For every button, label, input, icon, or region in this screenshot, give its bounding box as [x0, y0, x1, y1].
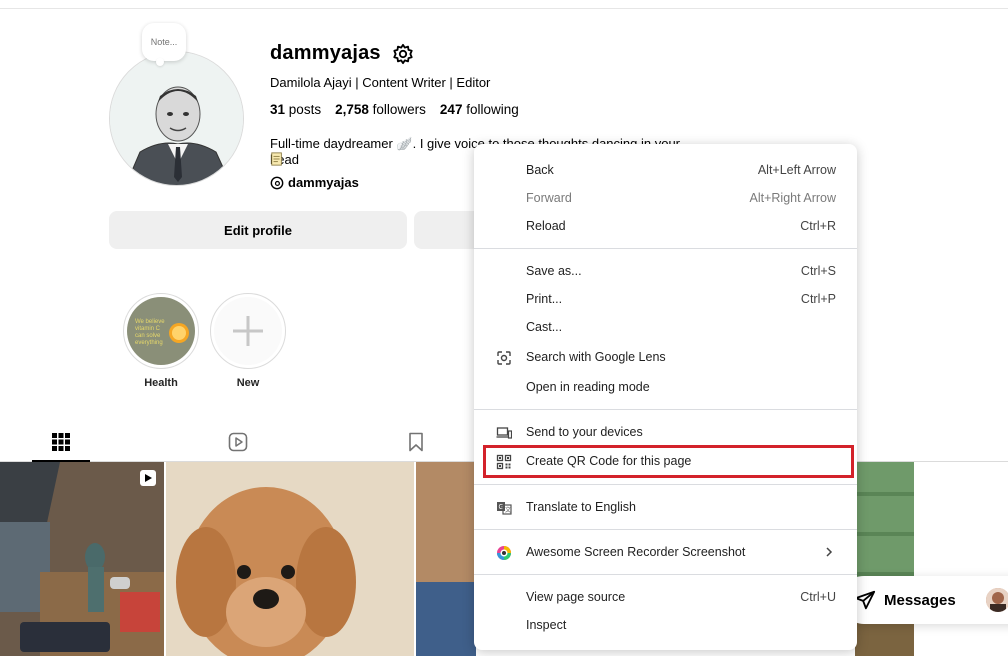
- menu-item-save-as[interactable]: Save as... Ctrl+S: [474, 258, 857, 284]
- edit-profile-button[interactable]: Edit profile: [109, 211, 407, 249]
- menu-item-label: Open in reading mode: [526, 380, 650, 394]
- menu-item-print[interactable]: Print... Ctrl+P: [474, 286, 857, 312]
- menu-item-label: Print...: [526, 292, 563, 306]
- menu-item-cast[interactable]: Cast...: [474, 314, 857, 340]
- highlight-label: Health: [144, 377, 178, 389]
- menu-item-label: Back: [526, 163, 554, 177]
- saved-bookmark-icon[interactable]: [406, 432, 426, 452]
- menu-item-send-to-devices[interactable]: Send to your devices: [474, 419, 857, 445]
- menu-item-back[interactable]: Back Alt+Left Arrow: [474, 157, 857, 183]
- profile-username: dammyajas: [270, 42, 381, 64]
- menu-item-shortcut: Ctrl+R: [800, 219, 836, 233]
- messages-label: Messages: [884, 591, 956, 609]
- svg-text:We believe: We believe: [135, 319, 165, 325]
- menu-item-create-qr-code[interactable]: Create QR Code for this page: [474, 448, 857, 474]
- profile-avatar[interactable]: [109, 51, 244, 186]
- grid-posts-icon[interactable]: [51, 432, 71, 452]
- note-bubble[interactable]: Note...: [142, 23, 186, 66]
- posts-stat: 31 posts: [270, 102, 321, 117]
- highlight-ring: [210, 293, 286, 369]
- svg-text:vitamin C: vitamin C: [135, 326, 161, 332]
- following-stat[interactable]: 247 following: [440, 102, 519, 117]
- menu-item-label: Create QR Code for this page: [526, 454, 692, 468]
- threads-handle: dammyajas: [288, 175, 359, 190]
- menu-separator: [474, 248, 857, 249]
- note-text: Note...: [150, 37, 178, 47]
- post-thumbnail-4[interactable]: [855, 462, 914, 656]
- chevron-right-icon: [826, 547, 833, 557]
- followers-label: followers: [372, 102, 426, 117]
- post-thumbnail-3[interactable]: [416, 462, 476, 656]
- menu-item-reading-mode[interactable]: Open in reading mode: [474, 374, 857, 400]
- menu-item-label: Save as...: [526, 264, 582, 278]
- menu-item-shortcut: Ctrl+S: [800, 264, 836, 278]
- highlight-new[interactable]: New: [210, 293, 286, 389]
- settings-gear-icon[interactable]: [392, 43, 414, 65]
- profile-fullname: Damilola Ajayi | Content Writer | Editor: [270, 75, 491, 90]
- svg-text:everything: everything: [135, 340, 163, 346]
- menu-item-shortcut: Alt+Right Arrow: [749, 191, 837, 205]
- post-thumbnail-2[interactable]: [166, 462, 414, 656]
- highlight-ring: We believe vitamin C can solve everythin…: [123, 293, 199, 369]
- extension-icon: [497, 546, 511, 560]
- svg-text:文: 文: [505, 506, 511, 514]
- menu-item-label: Forward: [526, 191, 572, 205]
- menu-item-label: Awesome Screen Recorder Screenshot: [526, 545, 746, 559]
- highlight-new-cover: [214, 297, 282, 365]
- messages-button[interactable]: Messages: [840, 576, 1008, 624]
- menu-item-inspect[interactable]: Inspect: [474, 612, 857, 638]
- menu-item-label: Cast...: [526, 320, 563, 334]
- followers-count: 2,758: [335, 102, 369, 117]
- qr-code-icon: [496, 454, 512, 470]
- menu-separator: [474, 529, 857, 530]
- menu-item-translate[interactable]: G 文 Translate to English: [474, 494, 857, 520]
- messages-avatar: [986, 588, 1008, 612]
- plus-icon: [233, 316, 263, 346]
- menu-item-label: Inspect: [526, 618, 567, 632]
- top-divider: [0, 8, 1008, 9]
- menu-item-label: Send to your devices: [526, 425, 643, 439]
- menu-item-label: Search with Google Lens: [526, 350, 666, 364]
- highlight-health[interactable]: We believe vitamin C can solve everythin…: [123, 293, 199, 389]
- menu-item-reload[interactable]: Reload Ctrl+R: [474, 213, 857, 239]
- following-label: following: [466, 102, 519, 117]
- followers-stat[interactable]: 2,758 followers: [335, 102, 426, 117]
- menu-item-forward[interactable]: Forward Alt+Right Arrow: [474, 185, 857, 211]
- posts-label: posts: [288, 102, 322, 117]
- menu-item-awesome-screen-recorder[interactable]: Awesome Screen Recorder Screenshot: [474, 539, 857, 565]
- devices-icon: [496, 427, 512, 439]
- post-thumbnail-1[interactable]: [0, 462, 164, 656]
- menu-item-label: View page source: [526, 590, 626, 604]
- menu-item-shortcut: Alt+Left Arrow: [757, 163, 836, 177]
- following-count: 247: [439, 102, 463, 117]
- paper-plane-icon: [854, 590, 876, 610]
- reels-icon[interactable]: [228, 432, 248, 452]
- threads-link[interactable]: dammyajas: [270, 175, 359, 190]
- highlight-label: New: [236, 377, 260, 389]
- threads-icon: [270, 176, 284, 189]
- menu-item-shortcut: Ctrl+U: [800, 590, 836, 604]
- menu-item-view-source[interactable]: View page source Ctrl+U: [474, 584, 857, 610]
- google-lens-icon: [497, 351, 511, 365]
- menu-item-label: Translate to English: [526, 500, 637, 514]
- translate-icon: G 文: [497, 502, 512, 515]
- highlight-cover: We believe vitamin C can solve everythin…: [127, 297, 195, 365]
- menu-separator: [474, 409, 857, 410]
- profile-stats: 31 posts 2,758 followers 247 following: [270, 102, 519, 117]
- menu-item-google-lens[interactable]: Search with Google Lens: [474, 344, 857, 370]
- svg-text:can solve: can solve: [135, 333, 161, 339]
- menu-item-label: Reload: [526, 219, 566, 233]
- posts-count: 31: [270, 102, 286, 117]
- menu-item-shortcut: Ctrl+P: [800, 292, 836, 306]
- memo-emoji-icon: [271, 152, 282, 166]
- menu-separator: [474, 574, 857, 575]
- menu-separator: [474, 484, 857, 485]
- browser-context-menu: Back Alt+Left Arrow Forward Alt+Right Ar…: [474, 144, 857, 650]
